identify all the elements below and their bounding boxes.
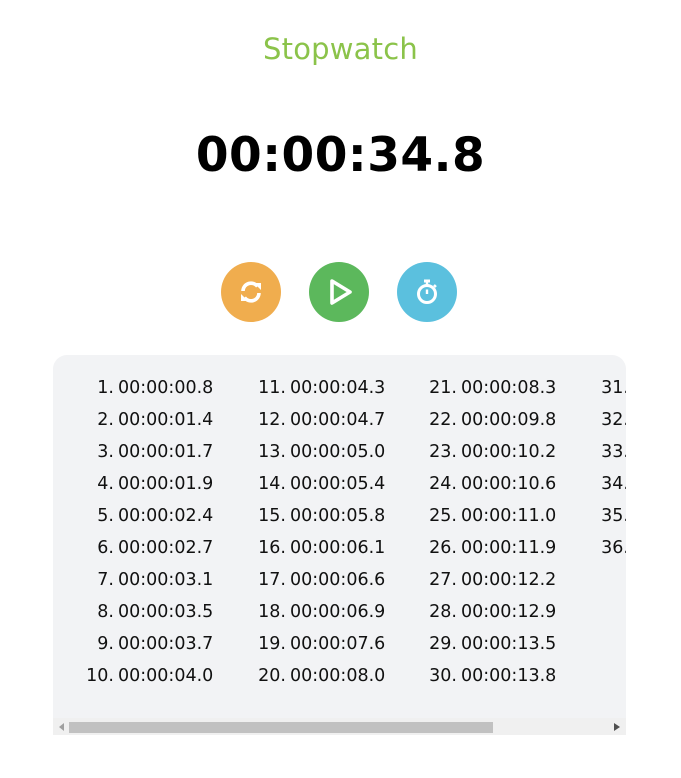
lap-number: 7. — [97, 570, 114, 590]
lap-time: 00:00:05.0 — [290, 442, 386, 462]
lap-time: 00:00:05.4 — [290, 474, 386, 494]
lap-time: 00:00:04.3 — [290, 378, 386, 398]
lap-number: 25. — [429, 506, 457, 526]
lap-number: 18. — [258, 602, 286, 622]
lap-number: 11. — [258, 378, 286, 398]
lap-number: 35. — [601, 506, 626, 526]
lap-time: 00:00:01.9 — [118, 474, 214, 494]
scroll-left-arrow[interactable] — [55, 718, 69, 735]
lap-time: 00:00:13.5 — [461, 634, 557, 654]
lap-number: 10. — [86, 666, 114, 686]
lap-time: 00:00:11.0 — [461, 506, 557, 526]
time-display: 00:00:34.8 — [195, 128, 486, 183]
lap-number: 21. — [429, 378, 457, 398]
laps-panel: 1. 00:00:00.8 2. 00:00:01.4 3. 00:00:01.7 4. 00… — [53, 355, 626, 735]
lap-time: 00:00:10.2 — [461, 442, 557, 462]
lap-time: 00:00:09.8 — [461, 410, 557, 430]
laps-list[interactable]: 1. 00:00:00.8 2. 00:00:01.4 3. 00:00:01.7 4. 00… — [53, 355, 626, 717]
lap-time: 00:00:03.1 — [118, 570, 214, 590]
lap-time: 00:00:06.9 — [290, 602, 386, 622]
lap-number: 36. — [601, 538, 626, 558]
play-icon — [330, 279, 352, 305]
lap-button[interactable] — [397, 262, 457, 322]
lap-time: 00:00:06.1 — [290, 538, 386, 558]
lap-number: 14. — [258, 474, 286, 494]
lap-number: 29. — [429, 634, 457, 654]
refresh-icon — [241, 281, 261, 303]
play-button[interactable] — [309, 262, 369, 322]
lap-number: 5. — [97, 506, 114, 526]
lap-number: 1. — [97, 378, 114, 398]
lap-number: 3. — [97, 442, 114, 462]
lap-time: 00:00:01.4 — [118, 410, 214, 430]
lap-time: 00:00:08.3 — [461, 378, 557, 398]
stopwatch-icon — [417, 279, 437, 304]
lap-time: 00:00:02.4 — [118, 506, 214, 526]
lap-time: 00:00:13.8 — [461, 666, 557, 686]
reset-button[interactable] — [221, 262, 281, 322]
lap-number: 19. — [258, 634, 286, 654]
lap-number: 28. — [429, 602, 457, 622]
lap-time: 00:00:04.0 — [118, 666, 214, 686]
lap-number: 24. — [429, 474, 457, 494]
lap-time: 00:00:12.9 — [461, 602, 557, 622]
lap-number: 6. — [97, 538, 114, 558]
lap-time: 00:00:07.6 — [290, 634, 386, 654]
lap-time: 00:00:12.2 — [461, 570, 557, 590]
lap-time: 00:00:03.7 — [118, 634, 214, 654]
scroll-thumb[interactable] — [69, 722, 493, 733]
lap-number: 22. — [429, 410, 457, 430]
lap-number: 15. — [258, 506, 286, 526]
lap-number: 13. — [258, 442, 286, 462]
lap-number: 4. — [97, 474, 114, 494]
lap-time: 00:00:01.7 — [118, 442, 214, 462]
scroll-right-arrow[interactable] — [610, 718, 624, 735]
lap-number: 26. — [429, 538, 457, 558]
lap-number: 27. — [429, 570, 457, 590]
lap-number: 34. — [601, 474, 626, 494]
lap-time: 00:00:00.8 — [118, 378, 214, 398]
lap-number: 31. — [601, 378, 626, 398]
lap-time: 00:00:02.7 — [118, 538, 214, 558]
horizontal-scrollbar[interactable] — [53, 718, 626, 735]
lap-time: 00:00:08.0 — [290, 666, 386, 686]
lap-time: 00:00:10.6 — [461, 474, 557, 494]
lap-time: 00:00:05.8 — [290, 506, 386, 526]
lap-number: 23. — [429, 442, 457, 462]
lap-number: 32. — [601, 410, 626, 430]
lap-number: 9. — [97, 634, 114, 654]
lap-number: 8. — [97, 602, 114, 622]
lap-time: 00:00:03.5 — [118, 602, 214, 622]
lap-time: 00:00:04.7 — [290, 410, 386, 430]
lap-number: 2. — [97, 410, 114, 430]
app-title: Stopwatch — [263, 32, 418, 66]
controls — [0, 262, 681, 322]
lap-number: 17. — [258, 570, 286, 590]
lap-time: 00:00:06.6 — [290, 570, 386, 590]
lap-number: 30. — [429, 666, 457, 686]
lap-number: 16. — [258, 538, 286, 558]
lap-number: 20. — [258, 666, 286, 686]
lap-number: 33. — [601, 442, 626, 462]
lap-time: 00:00:11.9 — [461, 538, 557, 558]
lap-number: 12. — [258, 410, 286, 430]
